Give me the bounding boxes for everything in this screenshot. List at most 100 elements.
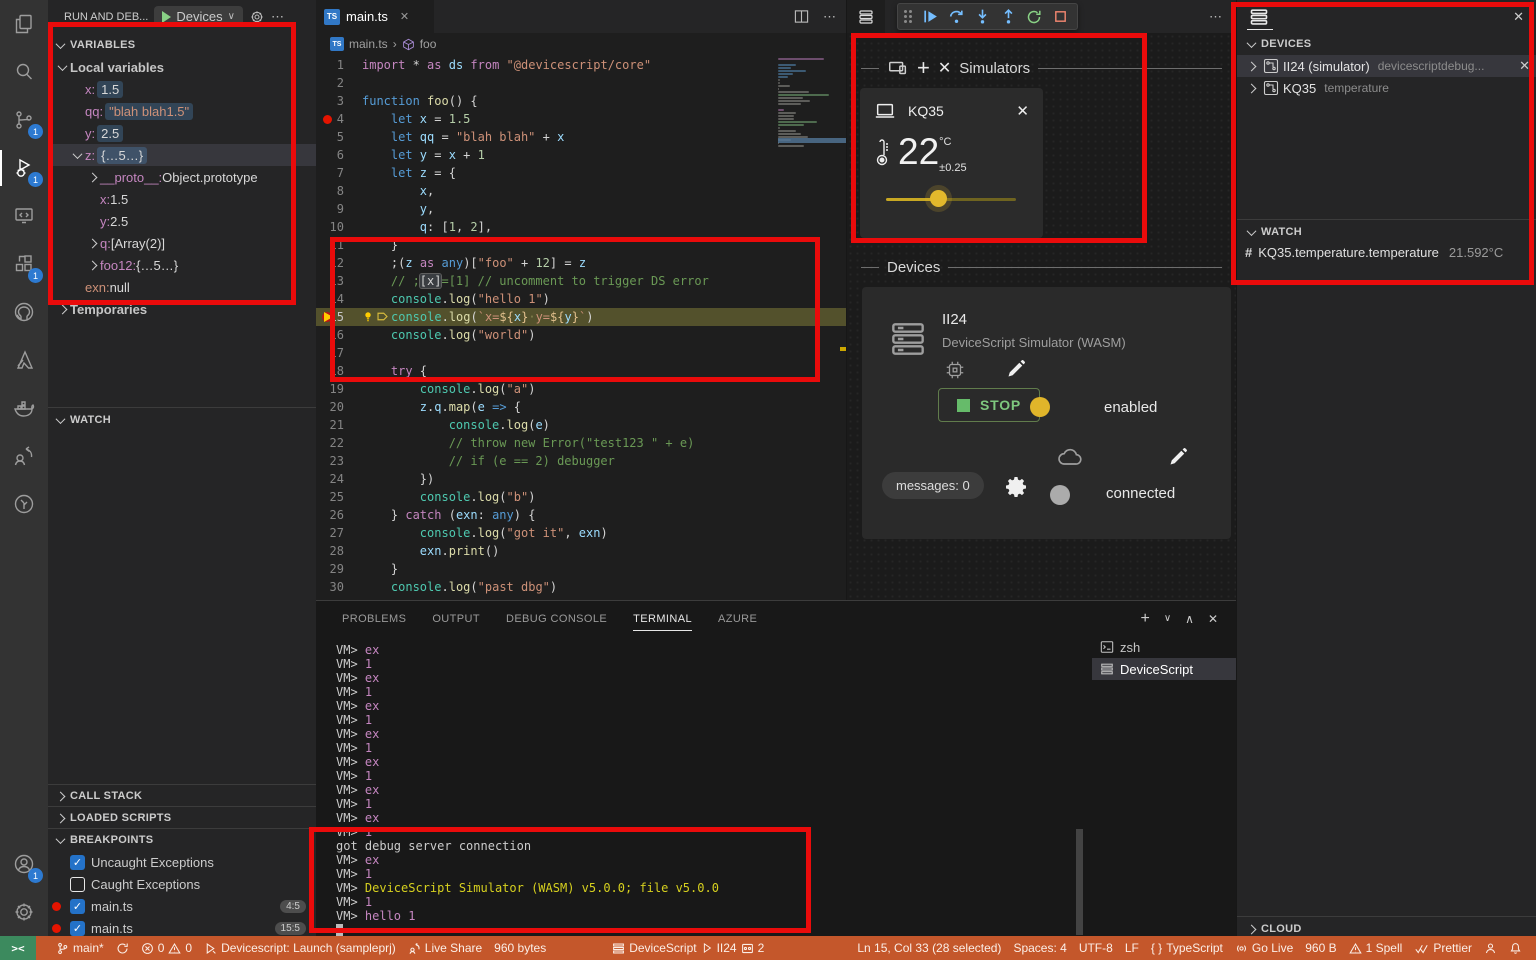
panel-tab-debug-console[interactable]: DEBUG CONSOLE (506, 601, 607, 636)
code-line[interactable]: 29 } (316, 560, 846, 578)
device-settings-gear-icon[interactable] (1005, 475, 1029, 499)
watch-expression-row[interactable]: # KQ35.temperature.temperature 21.592°C (1237, 241, 1536, 263)
temperature-slider[interactable] (886, 190, 1016, 208)
breakpoint-row[interactable]: main.ts15:5 (48, 917, 316, 936)
maximize-panel-icon[interactable]: ∧ (1185, 612, 1194, 626)
accounts-icon[interactable]: 1 (0, 840, 48, 888)
launch-status-item[interactable]: Devicescript: Launch (sampleprj) (198, 936, 402, 960)
test-tree-icon[interactable] (0, 480, 48, 528)
breadcrumb-file[interactable]: main.ts (349, 37, 388, 51)
language-item[interactable]: { } TypeScript (1145, 936, 1229, 960)
panel-tab-azure[interactable]: AZURE (718, 601, 757, 636)
code-line[interactable]: 25 console.log("b") (316, 488, 846, 506)
code-line[interactable]: 15console.log(`x=${x}·y=${y}`) (316, 308, 846, 326)
panel-tab-terminal[interactable]: TERMINAL (633, 601, 692, 636)
run-debug-icon[interactable]: 1 (0, 144, 48, 192)
rp-watch-section-header[interactable]: WATCH (1237, 221, 1536, 243)
more-actions-icon[interactable]: ⋯ (271, 9, 284, 25)
disconnect-icon[interactable]: ✕ (1519, 58, 1530, 74)
code-line[interactable]: 9 y, (316, 200, 846, 218)
code-line[interactable]: 3function foo() { (316, 92, 846, 110)
terminal-dropdown-icon[interactable]: ∨ (1164, 613, 1171, 624)
search-icon[interactable] (0, 48, 48, 96)
azure-icon[interactable] (0, 336, 48, 384)
code-line[interactable]: 4 let x = 1.5 (316, 110, 846, 128)
callstack-section-header[interactable]: CALL STACK (48, 785, 316, 807)
variable-row[interactable]: x: 1.5 (48, 78, 316, 100)
chevron-collapsed-icon[interactable] (1243, 80, 1259, 96)
branch-item[interactable]: main* (50, 936, 110, 960)
stop-device-button[interactable]: STOP (938, 388, 1040, 422)
step-over-button[interactable] (945, 6, 967, 28)
terminal-output[interactable]: VM> exVM> 1VM> exVM> 1VM> exVM> 1VM> exV… (336, 643, 719, 936)
code-area[interactable]: 1import * as ds from "@devicescript/core… (316, 56, 846, 596)
device-pair-icon[interactable] (887, 57, 909, 79)
variable-row[interactable]: Local variables (48, 56, 316, 78)
breakpoint-row[interactable]: main.ts4:5 (48, 895, 316, 917)
code-line[interactable]: 6 let y = x + 1 (316, 146, 846, 164)
variable-row[interactable]: qq: "blah blah1.5" (48, 100, 316, 122)
code-line[interactable]: 13 // ;[x]=[1] // uncomment to trigger D… (316, 272, 846, 290)
liveshare-item[interactable]: Live Share (402, 936, 488, 960)
restart-button[interactable] (1023, 6, 1045, 28)
step-into-button[interactable] (971, 6, 993, 28)
encoding-item[interactable]: UTF-8 (1073, 936, 1119, 960)
code-line[interactable]: 8 x, (316, 182, 846, 200)
chevron-collapsed-icon[interactable] (54, 301, 70, 317)
step-out-button[interactable] (997, 6, 1019, 28)
variable-row[interactable]: z: {…5…} (48, 144, 316, 166)
code-line[interactable]: 20 z.q.map(e => { (316, 398, 846, 416)
code-line[interactable]: 2 (316, 74, 846, 92)
code-line[interactable]: 24 }) (316, 470, 846, 488)
chevron-expanded-icon[interactable] (69, 147, 85, 163)
breakpoint-row[interactable]: Caught Exceptions (48, 873, 316, 895)
variable-row[interactable]: Temporaries (48, 298, 316, 320)
code-line[interactable]: 21 console.log(e) (316, 416, 846, 434)
editor-more-actions-icon[interactable]: ⋯ (823, 9, 836, 25)
bytes-item[interactable]: 960 bytes (488, 936, 552, 960)
chip-icon[interactable] (944, 359, 966, 381)
terminal-list-item-zsh[interactable]: zsh (1092, 636, 1236, 658)
prettier-item[interactable]: Prettier (1408, 936, 1478, 960)
device-tree-row[interactable]: II24 (simulator)devicescriptdebug...✕ (1237, 55, 1536, 77)
variable-row[interactable]: q: [Array(2)] (48, 232, 316, 254)
code-line[interactable]: 23 // if (e == 2) debugger (316, 452, 846, 470)
terminal-list-item-devicescript[interactable]: DeviceScript (1092, 658, 1236, 680)
debug-current-line-icon[interactable] (321, 308, 335, 326)
breakpoint-row[interactable]: Uncaught Exceptions (48, 851, 316, 873)
split-editor-icon[interactable] (794, 9, 809, 24)
indentation-item[interactable]: Spaces: 4 (1007, 936, 1072, 960)
checkbox-checked[interactable] (70, 855, 85, 870)
minimap[interactable] (778, 58, 838, 148)
breadcrumb-symbol[interactable]: foo (420, 37, 437, 51)
variable-row[interactable]: x: 1.5 (48, 188, 316, 210)
code-line[interactable]: 17 (316, 344, 846, 362)
checkbox-checked[interactable] (70, 899, 85, 914)
edit-cloud-icon[interactable] (1168, 447, 1188, 467)
extensions-icon[interactable]: 1 (0, 240, 48, 288)
live-share-icon[interactable] (0, 432, 48, 480)
tab-main-ts[interactable]: TS main.ts ✕ (316, 0, 434, 33)
panel-close-icon[interactable]: ✕ (1513, 9, 1524, 25)
clear-simulators-icon[interactable]: ✕ (938, 58, 951, 78)
code-line[interactable]: 26 } catch (exn: any) { (316, 506, 846, 524)
rp-devices-section-header[interactable]: DEVICES (1237, 33, 1536, 55)
notifications-bell-icon[interactable] (1503, 936, 1528, 960)
panel-tab-problems[interactable]: PROBLEMS (342, 601, 406, 636)
terminal-scrollbar[interactable] (1076, 829, 1083, 935)
slider-knob[interactable] (930, 190, 947, 207)
cursor-position-item[interactable]: Ln 15, Col 33 (28 selected) (851, 936, 1007, 960)
chevron-collapsed-icon[interactable] (84, 257, 100, 273)
tab-close-icon[interactable]: ✕ (400, 10, 409, 23)
size-item[interactable]: 960 B (1299, 936, 1342, 960)
code-line[interactable]: 1import * as ds from "@devicescript/core… (316, 56, 846, 74)
variable-row[interactable]: exn: null (48, 276, 316, 298)
code-line[interactable]: 11 } (316, 236, 846, 254)
breadcrumb[interactable]: TS main.ts › foo (316, 33, 846, 55)
chevron-collapsed-icon[interactable] (84, 235, 100, 251)
variable-row[interactable]: __proto__: Object.prototype (48, 166, 316, 188)
code-line[interactable]: 16 console.log("world") (316, 326, 846, 344)
remote-indicator[interactable]: >< (0, 936, 36, 960)
sync-icon[interactable] (110, 936, 135, 960)
device-tree-row[interactable]: KQ35temperature (1237, 77, 1536, 99)
